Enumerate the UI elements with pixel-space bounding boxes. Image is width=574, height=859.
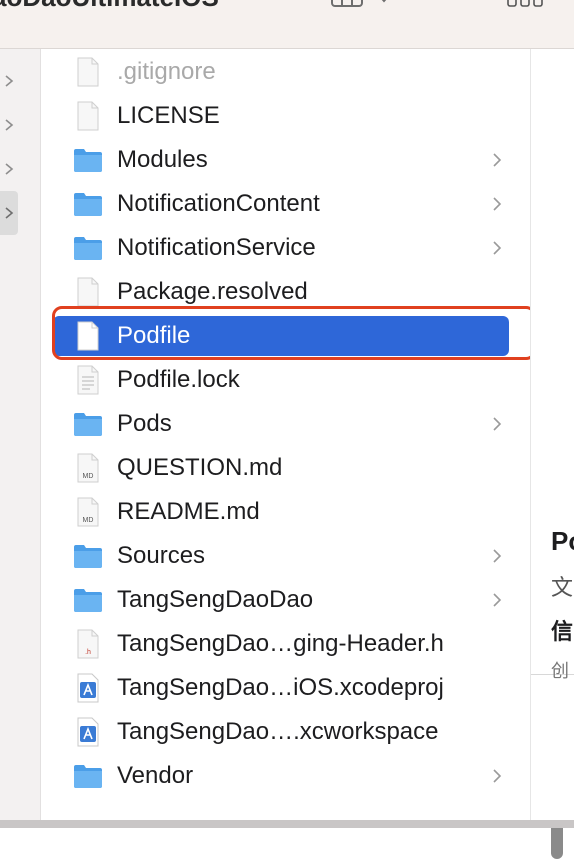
file-name: TangSengDaoDao [117,586,314,613]
chevron-right-icon [491,766,503,786]
chevron-right-icon [5,75,14,87]
file-name: TangSengDao…ging-Header.h [117,630,444,657]
document-icon [73,101,103,131]
folder-icon [73,541,103,571]
folder-icon [73,189,103,219]
folder-row[interactable]: NotificationService [53,228,509,268]
document-icon [73,365,103,395]
ellipsis-icon [507,0,543,7]
folder-row[interactable]: NotificationContent [53,184,509,224]
svg-text:.h: .h [85,649,91,656]
xcode-file-icon [73,717,103,747]
chevron-right-icon [491,238,503,258]
column-view-icon [331,0,387,7]
file-row[interactable]: .gitignore [53,52,509,92]
file-name: LICENSE [117,102,220,129]
view-options-button[interactable] [330,0,400,16]
parent-folder-chevron[interactable] [0,103,18,147]
folder-row[interactable]: TangSengDaoDao [53,580,509,620]
file-list-column: .gitignore LICENSE Modules NotificationCont… [41,49,563,859]
file-name: .gitignore [117,58,216,85]
file-name: Podfile.lock [117,366,240,393]
chevron-right-icon [491,150,503,170]
chevron-right-icon [5,163,14,175]
parent-folder-chevron-selected[interactable] [0,191,18,235]
chevron-right-icon [5,207,14,219]
document-icon: .h [73,629,103,659]
more-options-button[interactable] [506,0,546,14]
file-name: Sources [117,542,206,569]
file-name: QUESTION.md [117,454,283,481]
document-icon: MD [73,453,103,483]
file-name: Pods [117,410,172,437]
file-name: NotificationContent [117,190,320,217]
file-name: NotificationService [117,234,316,261]
file-row[interactable]: MD README.md [53,492,509,532]
file-row[interactable]: TangSengDao….xcworkspace [53,712,509,752]
svg-text:MD: MD [83,473,94,480]
folder-icon [73,409,103,439]
file-name: Modules [117,146,208,173]
status-bar [0,820,574,828]
parent-folder-chevron[interactable] [0,59,18,103]
chevron-right-icon [5,119,14,131]
preview-pane: Po 文 信 创 [530,49,574,820]
file-row[interactable]: TangSengDao…iOS.xcodeproj [53,668,509,708]
file-name: Vendor [117,762,194,789]
folder-row[interactable]: Sources [53,536,509,576]
chevron-right-icon [491,414,503,434]
file-row[interactable]: MD QUESTION.md [53,448,509,488]
parent-column [0,49,41,820]
preview-info-heading: 信 [551,619,574,644]
folder-row[interactable]: Modules [53,140,509,180]
file-row[interactable]: Podfile.lock [53,360,509,400]
folder-icon [73,761,103,791]
folder-row[interactable]: Pods [53,404,509,444]
preview-kind: 文 [551,575,574,600]
document-icon [73,57,103,87]
chevron-right-icon [491,546,503,566]
folder-row[interactable]: Vendor [53,756,509,796]
chevron-right-icon [491,194,503,214]
parent-folder-chevron[interactable] [0,147,18,191]
preview-created-label: 创 [551,661,569,681]
preview-title: Po [551,526,574,556]
document-icon [73,277,103,307]
folder-icon [73,145,103,175]
svg-text:MD: MD [83,517,94,524]
folder-icon [73,585,103,615]
file-name: README.md [117,498,260,525]
file-name: Package.resolved [117,278,308,305]
selection-highlight-outline [52,306,536,360]
chevron-right-icon [491,590,503,610]
window-titlebar: aoDaoUltimateIOS [0,0,574,49]
file-row[interactable]: LICENSE [53,96,509,136]
file-name: TangSengDao…iOS.xcodeproj [117,674,444,701]
file-row[interactable]: .h TangSengDao…ging-Header.h [53,624,509,664]
file-name: TangSengDao….xcworkspace [117,718,439,745]
window-title: aoDaoUltimateIOS [0,0,219,13]
xcode-file-icon [73,673,103,703]
document-icon: MD [73,497,103,527]
folder-icon [73,233,103,263]
